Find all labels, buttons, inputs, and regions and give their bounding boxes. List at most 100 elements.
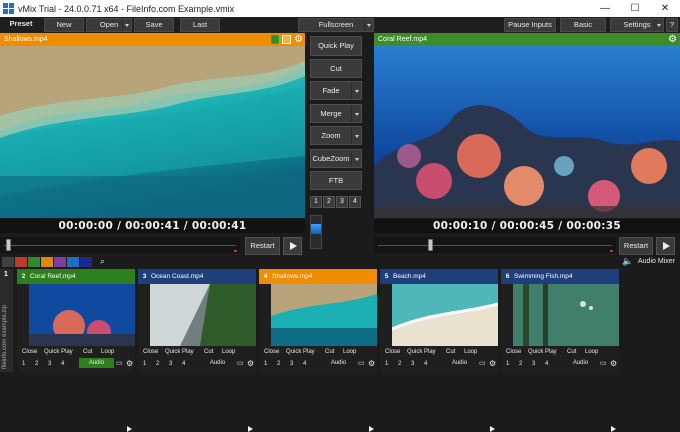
input-settings-gear-icon[interactable]: ⚙: [610, 358, 617, 370]
fade-button[interactable]: Fade: [310, 81, 362, 100]
input-play-icon[interactable]: [248, 426, 253, 432]
transition-1-button[interactable]: 1: [310, 196, 322, 208]
preview-settings-gear-icon[interactable]: ⚙: [294, 33, 303, 46]
preview-title-icon[interactable]: [282, 35, 291, 44]
overlay-4-button[interactable]: 4: [424, 358, 427, 370]
basic-button[interactable]: Basic: [560, 18, 606, 32]
overlay-2-button[interactable]: 2: [156, 358, 159, 370]
preview-video[interactable]: [0, 46, 305, 218]
quick-play-button[interactable]: Quick Play: [310, 36, 362, 56]
overlay-3-button[interactable]: 3: [532, 358, 535, 370]
input-cut-button[interactable]: Cut: [567, 347, 576, 357]
overlay-4-button[interactable]: 4: [61, 358, 64, 370]
monitor-icon[interactable]: ▭: [237, 358, 244, 370]
input-audio-button[interactable]: Audio: [563, 358, 598, 368]
input-cut-button[interactable]: Cut: [83, 347, 92, 357]
ftb-button[interactable]: FTB: [310, 171, 362, 190]
overlay-2-button[interactable]: 2: [35, 358, 38, 370]
input-settings-gear-icon[interactable]: ⚙: [489, 358, 496, 370]
input-thumbnail[interactable]: [150, 284, 256, 346]
help-button[interactable]: ?: [666, 18, 678, 32]
input-audio-button[interactable]: Audio: [79, 358, 114, 368]
input-close-button[interactable]: Close: [143, 347, 158, 357]
input-quick-play-button[interactable]: Quick Play: [286, 347, 315, 357]
overlay-3-button[interactable]: 3: [48, 358, 51, 370]
output-video[interactable]: [374, 46, 680, 218]
input-audio-button[interactable]: Audio: [321, 358, 356, 368]
input-play-icon[interactable]: [490, 426, 495, 432]
input-audio-button[interactable]: Audio: [442, 358, 477, 368]
input-thumbnail[interactable]: [513, 284, 619, 346]
input-audio-button[interactable]: Audio: [200, 358, 235, 368]
input-loop-button[interactable]: Loop: [585, 347, 598, 357]
input-quick-play-button[interactable]: Quick Play: [44, 347, 73, 357]
input-settings-gear-icon[interactable]: ⚙: [126, 358, 133, 370]
input-tile-5[interactable]: 5 Beach.mp4 Close Quick Play Cut Loop 1 2 3 4 Audi…: [380, 269, 498, 432]
color-swatch-7[interactable]: [80, 257, 92, 267]
input-cut-button[interactable]: Cut: [204, 347, 213, 357]
input-thumbnail[interactable]: [29, 284, 135, 346]
input-close-button[interactable]: Close: [22, 347, 37, 357]
maximize-button[interactable]: ☐: [620, 0, 650, 17]
input-loop-button[interactable]: Loop: [464, 347, 477, 357]
input-loop-button[interactable]: Loop: [343, 347, 356, 357]
output-scrubber[interactable]: [374, 237, 616, 253]
input-play-icon[interactable]: [611, 426, 616, 432]
overlay-3-button[interactable]: 3: [169, 358, 172, 370]
preview-restart-button[interactable]: Restart: [245, 237, 280, 255]
output-play-button[interactable]: [656, 237, 675, 255]
overlay-2-button[interactable]: 2: [398, 358, 401, 370]
overlay-2-button[interactable]: 2: [277, 358, 280, 370]
overlay-3-button[interactable]: 3: [290, 358, 293, 370]
minimize-button[interactable]: —: [590, 0, 620, 17]
t-bar-handle[interactable]: [311, 224, 321, 234]
zoom-button[interactable]: Zoom: [310, 126, 362, 145]
t-bar-slider[interactable]: [310, 215, 322, 249]
overlay-3-button[interactable]: 3: [411, 358, 414, 370]
color-swatch-5[interactable]: [54, 257, 66, 267]
input-close-button[interactable]: Close: [385, 347, 400, 357]
color-swatch-4[interactable]: [41, 257, 53, 267]
input-loop-button[interactable]: Loop: [101, 347, 114, 357]
monitor-icon[interactable]: ▭: [116, 358, 123, 370]
cubezoom-dropdown[interactable]: [351, 150, 361, 167]
input-tile-2[interactable]: 2 Coral Reef.mp4 Close Quick Play Cut Loop 1 2 3…: [17, 269, 135, 432]
audio-mixer-label[interactable]: Audio Mixer: [638, 258, 675, 265]
color-swatch-3[interactable]: [28, 257, 40, 267]
output-settings-gear-icon[interactable]: ⚙: [668, 33, 677, 46]
preset-button[interactable]: Preset: [2, 18, 40, 32]
input-thumbnail[interactable]: [271, 284, 377, 346]
zoom-dropdown[interactable]: [351, 127, 361, 144]
last-button[interactable]: Last: [180, 18, 220, 32]
input-tile-3[interactable]: 3 Ocean Coast.mp4 Close Quick Play Cut Loop 1 2…: [138, 269, 256, 432]
fullscreen-button[interactable]: Fullscreen: [298, 18, 374, 32]
cubezoom-button[interactable]: CubeZoom: [310, 149, 362, 168]
input-settings-gear-icon[interactable]: ⚙: [368, 358, 375, 370]
overlay-1-button[interactable]: 1: [506, 358, 509, 370]
input-close-button[interactable]: Close: [506, 347, 521, 357]
input-play-icon[interactable]: [127, 426, 132, 432]
monitor-icon[interactable]: ▭: [358, 358, 365, 370]
input-play-icon[interactable]: [369, 426, 374, 432]
input-quick-play-button[interactable]: Quick Play: [407, 347, 436, 357]
fade-dropdown[interactable]: [351, 82, 361, 99]
input-loop-button[interactable]: Loop: [222, 347, 235, 357]
pause-inputs-button[interactable]: Pause Inputs: [504, 18, 556, 32]
input-tile-header[interactable]: 2 Coral Reef.mp4: [17, 269, 135, 284]
input-close-button[interactable]: Close: [264, 347, 279, 357]
transition-2-button[interactable]: 2: [323, 196, 335, 208]
close-window-button[interactable]: ✕: [650, 0, 680, 17]
overlay-2-button[interactable]: 2: [519, 358, 522, 370]
monitor-icon[interactable]: ▭: [479, 358, 486, 370]
search-icon[interactable]: ⌕: [100, 256, 105, 267]
overlay-1-button[interactable]: 1: [22, 358, 25, 370]
output-scrub-knob[interactable]: [428, 239, 433, 251]
preview-scrub-knob[interactable]: [6, 239, 11, 251]
input-cut-button[interactable]: Cut: [446, 347, 455, 357]
color-swatch-1[interactable]: [2, 257, 14, 267]
input-tile-header[interactable]: 6 Swimming Fish.mp4: [501, 269, 619, 284]
transition-4-button[interactable]: 4: [349, 196, 361, 208]
merge-button[interactable]: Merge: [310, 104, 362, 123]
cut-button[interactable]: Cut: [310, 59, 362, 78]
input-settings-gear-icon[interactable]: ⚙: [247, 358, 254, 370]
